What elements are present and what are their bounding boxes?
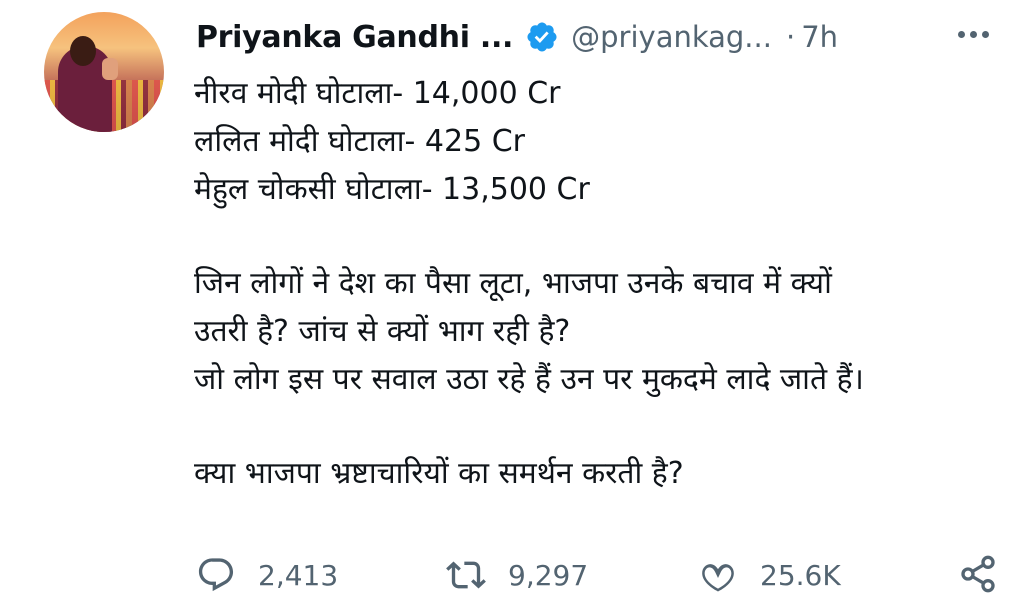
tweet-line: जिन लोगों ने देश का पैसा लूटा, भाजपा उनक… [194,266,832,301]
tweet-actions: 2,413 9,297 25.6K [196,550,1006,600]
avatar-hands [102,58,118,80]
reply-button[interactable]: 2,413 [196,550,338,600]
more-options-icon[interactable] [958,22,998,46]
author-name[interactable]: Priyanka Gandhi ... [196,20,513,55]
reply-count: 2,413 [258,558,339,592]
more-dot [982,30,989,38]
avatar-head [70,36,96,66]
like-button[interactable]: 25.6K [698,550,841,600]
retweet-count: 9,297 [508,558,589,592]
tweet-text: नीरव मोदी घोटाला- 14,000 Cr ललित मोदी घो… [194,70,1004,498]
more-dot [970,30,977,38]
tweet-line: ललित मोदी घोटाला- 425 Cr [194,124,525,159]
tweet-timestamp[interactable]: 7h [801,20,838,54]
verified-badge-icon [527,22,557,52]
tweet-line: मेहुल चोकसी घोटाला- 13,500 Cr [194,172,590,207]
author-avatar[interactable] [44,12,164,132]
retweet-icon [446,561,486,589]
tweet-line: क्या भाजपा भ्रष्टाचारियों का समर्थन करती… [194,456,684,491]
author-handle[interactable]: @priyankag... [571,20,772,54]
tweet-header: Priyanka Gandhi ... @priyankag... · 7h [196,14,838,60]
tweet-line: नीरव मोदी घोटाला- 14,000 Cr [194,76,561,111]
like-count: 25.6K [760,558,841,592]
share-icon[interactable] [958,554,998,594]
more-dot [958,30,965,38]
retweet-button[interactable]: 9,297 [446,550,588,600]
like-icon [702,564,734,592]
tweet-line: जो लोग इस पर सवाल उठा रहे हैं उन पर मुकद… [194,362,864,397]
separator-dot: · [785,20,796,54]
reply-icon [198,558,234,592]
tweet-line: उतरी है? जांच से क्यों भाग रही है? [194,314,571,349]
